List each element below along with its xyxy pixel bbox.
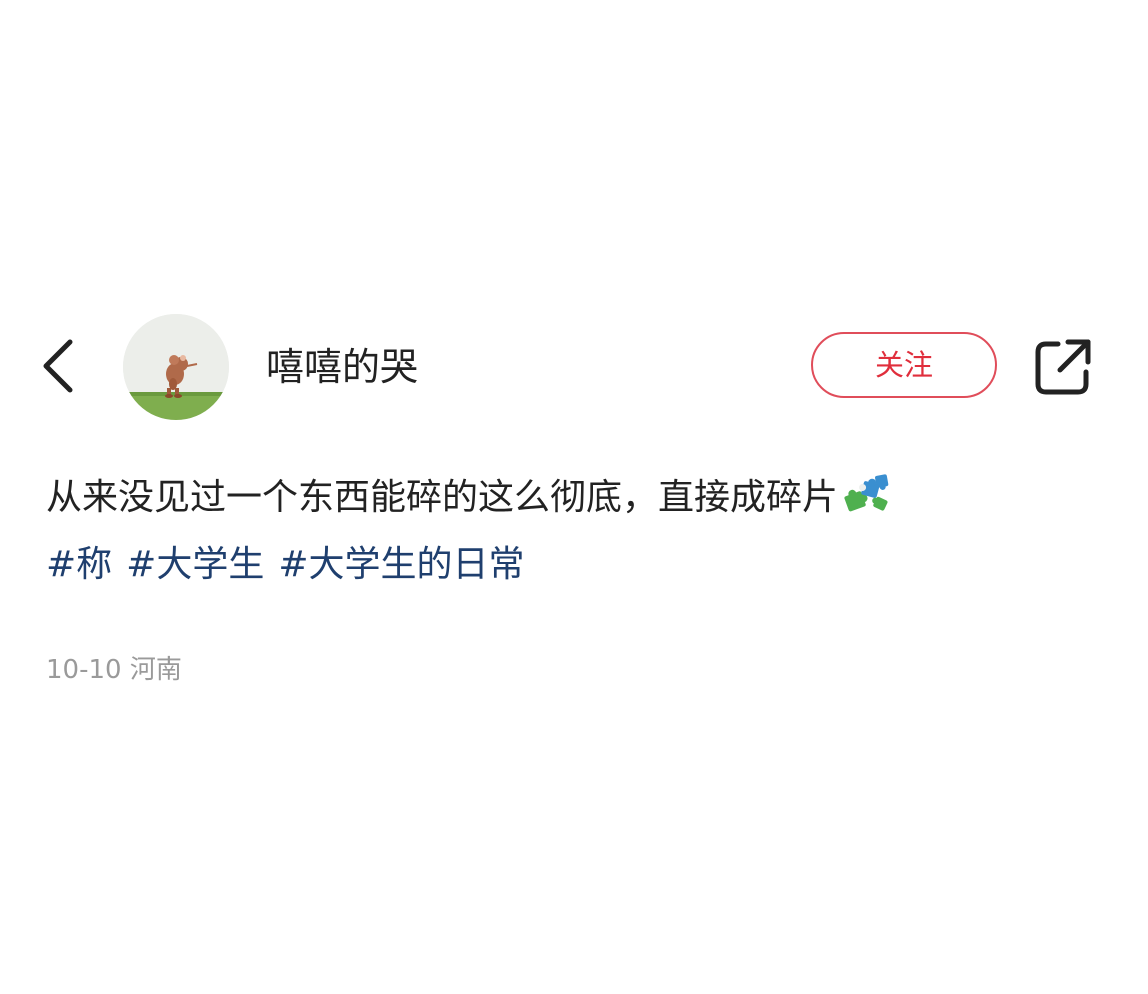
share-external-icon [1035, 339, 1091, 395]
puzzle-pieces-icon [842, 473, 890, 515]
hashtag-link[interactable]: #称 [46, 544, 112, 585]
post-location: 河南 [129, 655, 182, 685]
post-content: 从来没见过一个东西能碎的这么彻底，直接成碎片 #称 #大学生 #大学生的日常 [46, 472, 1116, 590]
share-button[interactable] [1032, 336, 1094, 398]
follow-button[interactable]: 关注 [811, 332, 997, 398]
hashtag-link[interactable]: #大学生的日常 [278, 544, 524, 585]
post-text: 从来没见过一个东西能碎的这么彻底，直接成碎片 [46, 477, 839, 518]
username[interactable]: 嘻嘻的哭 [266, 342, 418, 392]
avatar-image [123, 314, 229, 420]
post-header: 嘻嘻的哭 关注 [0, 310, 1148, 422]
post-meta: 10-10 河南 [46, 652, 182, 688]
hashtag-link[interactable]: #大学生 [126, 544, 264, 585]
back-button[interactable] [36, 336, 84, 396]
avatar[interactable] [123, 314, 229, 420]
chevron-left-icon [43, 339, 73, 393]
post-text-line: 从来没见过一个东西能碎的这么彻底，直接成碎片 [46, 472, 1116, 524]
hashtag-list: #称 #大学生 #大学生的日常 [46, 540, 1116, 590]
post-date: 10-10 [46, 655, 122, 685]
